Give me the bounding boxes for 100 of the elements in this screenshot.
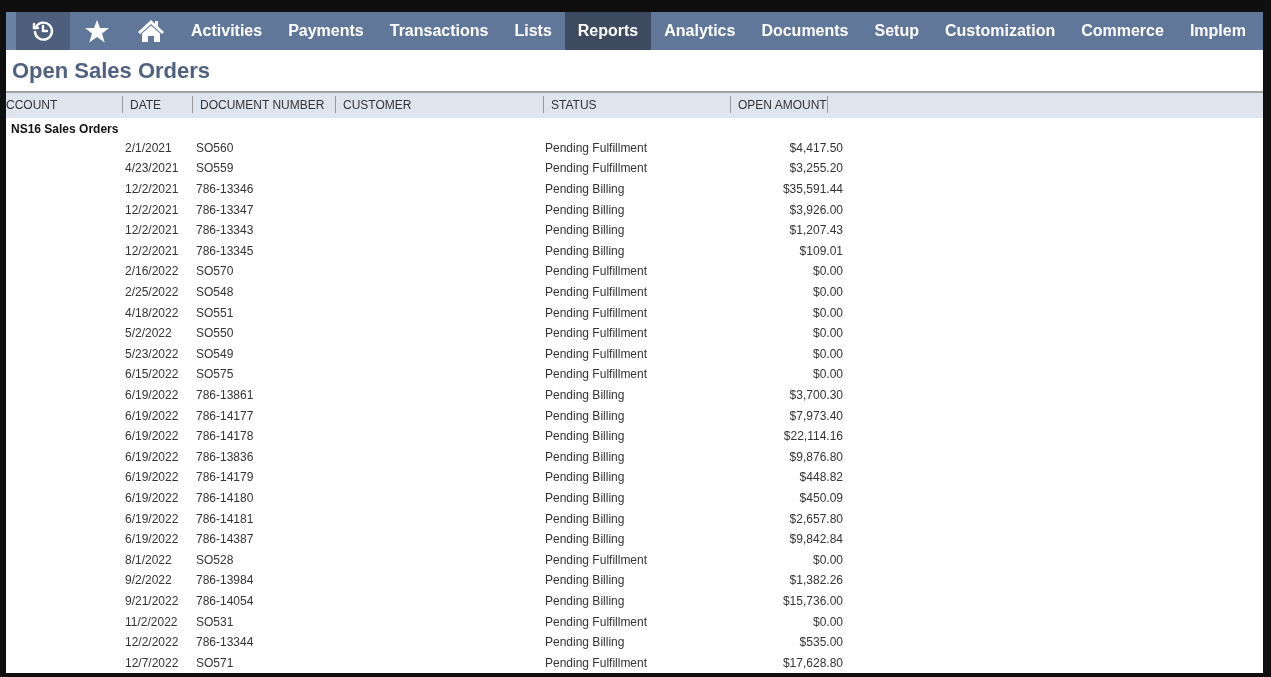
- open-amount-cell-text: $7,973.40: [788, 408, 843, 423]
- column-header[interactable]: DATE: [122, 95, 162, 113]
- status-cell-text: Pending Billing: [545, 408, 626, 423]
- date-cell-text: 6/19/2022: [125, 429, 180, 444]
- status-cell-text: Pending Billing: [545, 470, 626, 485]
- document-number-cell-text: 786-14180: [196, 490, 255, 505]
- open-amount-cell-text: $3,700.30: [788, 388, 843, 402]
- status-cell-text: Pending Billing: [545, 635, 626, 650]
- date-cell-text: 6/19/2022: [125, 449, 180, 464]
- document-number-cell-text: SO570: [196, 264, 235, 279]
- document-number-cell-text: SO528: [196, 552, 235, 567]
- date-cell-text: 8/1/2022: [125, 552, 173, 567]
- history-button[interactable]: [16, 12, 70, 50]
- status-cell-text: Pending Fulfillment: [545, 367, 649, 382]
- open-amount-cell-text: $1,382.26: [788, 573, 843, 588]
- date-cell-text: 4/18/2022: [125, 305, 180, 320]
- date-cell-text: 6/19/2022: [125, 490, 180, 505]
- open-amount-cell-text: $0.00: [811, 326, 843, 341]
- column-header[interactable]: CUSTOMER: [335, 95, 412, 113]
- open-amount-cell-text: $0.00: [811, 305, 843, 320]
- status-cell-text: Pending Fulfillment: [545, 326, 649, 341]
- document-number-cell-text: 786-13344: [196, 635, 255, 650]
- open-amount-cell-text: $0.00: [811, 367, 843, 382]
- history-clock-icon: [31, 19, 55, 43]
- open-amount-cell-text: $35,591.44: [781, 182, 843, 197]
- document-number-cell-text: 786-14178: [196, 429, 255, 444]
- status-cell-text: Pending Fulfillment: [545, 264, 649, 279]
- status-cell-text: Pending Billing: [545, 593, 626, 608]
- nav-menu-item[interactable]: Payments: [275, 12, 377, 50]
- status-cell-text: Pending Fulfillment: [545, 140, 649, 155]
- document-number-cell-text: SO559: [196, 161, 235, 176]
- nav-menu-item[interactable]: Documents: [748, 12, 862, 50]
- status-cell-text: Pending Fulfillment: [545, 285, 649, 299]
- nav-menu-item[interactable]: Activities: [178, 12, 276, 50]
- status-cell-text: Pending Billing: [545, 223, 626, 238]
- date-cell-text: 6/19/2022: [125, 511, 180, 526]
- status-cell-text: Pending Fulfillment: [545, 305, 649, 320]
- nav-menu-item[interactable]: Setup: [861, 12, 932, 50]
- column-header[interactable]: DOCUMENT NUMBER: [192, 95, 325, 113]
- open-amount-cell-text: $535.00: [798, 635, 843, 650]
- date-cell-text: 12/7/2022: [125, 655, 180, 670]
- date-cell-text: 6/19/2022: [125, 532, 180, 547]
- status-cell-text: Pending Fulfillment: [545, 614, 649, 629]
- date-cell-text: 12/2/2021: [125, 202, 180, 217]
- status-cell-text: Pending Billing: [545, 182, 626, 197]
- nav-menu-item[interactable]: Lists: [501, 12, 565, 50]
- status-cell-text: Pending Billing: [545, 511, 626, 526]
- nav-menu-item[interactable]: Analytics: [651, 12, 749, 50]
- date-cell-text: 2/25/2022: [125, 285, 180, 299]
- open-amount-cell-text: $0.00: [811, 614, 843, 629]
- status-cell-text: Pending Billing: [545, 573, 626, 588]
- date-cell-text: 12/2/2021: [125, 243, 180, 258]
- nav-menu-item[interactable]: Transactions: [376, 12, 502, 50]
- status-cell-text: Pending Billing: [545, 490, 626, 505]
- document-number-cell-text: 786-13836: [196, 449, 255, 464]
- date-cell-text: 9/21/2022: [125, 593, 180, 608]
- nav-menu-item[interactable]: Implem: [1176, 12, 1259, 50]
- open-amount-cell-text: $15,736.00: [781, 593, 843, 608]
- status-cell-text: Pending Billing: [545, 202, 626, 217]
- date-cell-text: 4/23/2021: [125, 161, 180, 176]
- open-amount-cell-text: $0.00: [811, 346, 843, 361]
- column-header[interactable]: STATUS: [543, 95, 597, 113]
- open-amount-cell-text: $22,114.16: [782, 429, 843, 444]
- home-icon: [137, 19, 165, 43]
- status-cell-text: Pending Fulfillment: [545, 552, 649, 567]
- date-cell-text: 2/16/2022: [125, 264, 180, 279]
- status-cell-text: Pending Billing: [545, 429, 626, 444]
- nav-menu-item[interactable]: Customization: [931, 12, 1069, 50]
- document-number-cell-text: 786-14054: [196, 593, 255, 608]
- date-cell-text: 11/2/2022: [125, 614, 179, 629]
- group-heading: NS16 Sales Orders: [10, 120, 120, 138]
- document-number-cell-text: 786-13347: [196, 202, 255, 217]
- document-number-cell-text: SO548: [196, 285, 235, 299]
- status-cell-text: Pending Billing: [545, 388, 626, 402]
- open-amount-cell-text: $450.09: [798, 490, 843, 505]
- status-cell-text: Pending Fulfillment: [545, 346, 649, 361]
- document-number-cell-text: SO549: [196, 346, 235, 361]
- page-title: Open Sales Orders: [11, 57, 212, 85]
- document-number-cell-text: SO551: [196, 305, 235, 320]
- date-cell-text: 12/2/2021: [125, 223, 180, 238]
- date-cell-text: 12/2/2021: [125, 182, 180, 197]
- status-cell-text: Pending Billing: [545, 449, 626, 464]
- document-number-cell-text: 786-14181: [196, 511, 255, 526]
- open-amount-cell-text: $17,628.80: [781, 655, 843, 670]
- document-number-cell-text: 786-14387: [196, 532, 255, 547]
- status-cell-text: Pending Fulfillment: [545, 161, 649, 176]
- document-number-cell-text: 786-13984: [196, 573, 255, 588]
- column-header[interactable]: OPEN AMOUNT: [730, 95, 828, 113]
- date-cell-text: 2/1/2021: [125, 140, 173, 155]
- open-amount-cell-text: $0.00: [811, 285, 843, 299]
- nav-menu-item[interactable]: Reports: [564, 12, 652, 50]
- open-amount-cell-text: $1,207.43: [788, 223, 843, 238]
- column-header[interactable]: CCOUNT: [6, 95, 58, 113]
- status-cell-text: Pending Fulfillment: [545, 655, 649, 670]
- date-cell-text: 5/2/2022: [125, 326, 173, 341]
- open-amount-cell-text: $9,842.84: [788, 532, 843, 547]
- document-number-cell-text: SO571: [196, 655, 235, 670]
- open-amount-cell-text: $0.00: [811, 552, 843, 567]
- document-number-cell-text: 786-13346: [196, 182, 255, 197]
- nav-menu-item[interactable]: Commerce: [1068, 12, 1177, 50]
